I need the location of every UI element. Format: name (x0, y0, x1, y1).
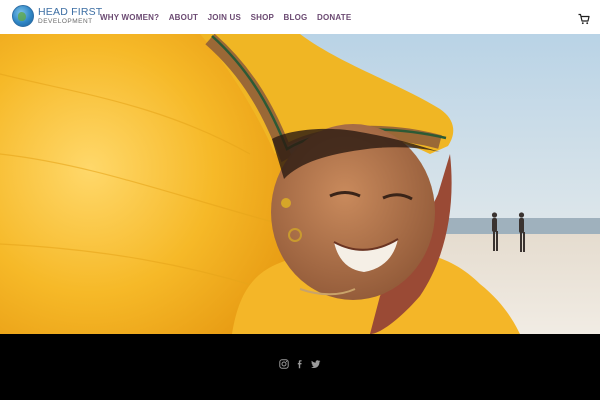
nav-item-blog[interactable]: BLOG (284, 13, 308, 22)
logo-title: HEAD FIRST (38, 6, 103, 18)
nav-item-why-women[interactable]: WHY WOMEN? (100, 13, 159, 22)
nav-item-donate[interactable]: DONATE (317, 13, 351, 22)
main-nav: WHY WOMEN? ABOUT JOIN US SHOP BLOG DONAT… (100, 0, 361, 34)
facebook-icon[interactable] (294, 358, 305, 369)
nav-item-shop[interactable]: SHOP (251, 13, 274, 22)
instagram-icon[interactable] (278, 358, 289, 369)
nav-item-join-us[interactable]: JOIN US (208, 13, 241, 22)
nav-item-about[interactable]: ABOUT (169, 13, 198, 22)
globe-icon (12, 5, 34, 27)
site-header: HEAD FIRST DEVELOPMENT WHY WOMEN? ABOUT … (0, 0, 600, 35)
twitter-icon[interactable] (310, 358, 321, 369)
logo-text: HEAD FIRST DEVELOPMENT (38, 7, 102, 25)
logo-subtitle: DEVELOPMENT (38, 17, 93, 25)
hero-image (0, 34, 600, 334)
site-logo[interactable]: HEAD FIRST DEVELOPMENT (12, 5, 102, 27)
cart-icon[interactable] (578, 12, 590, 25)
